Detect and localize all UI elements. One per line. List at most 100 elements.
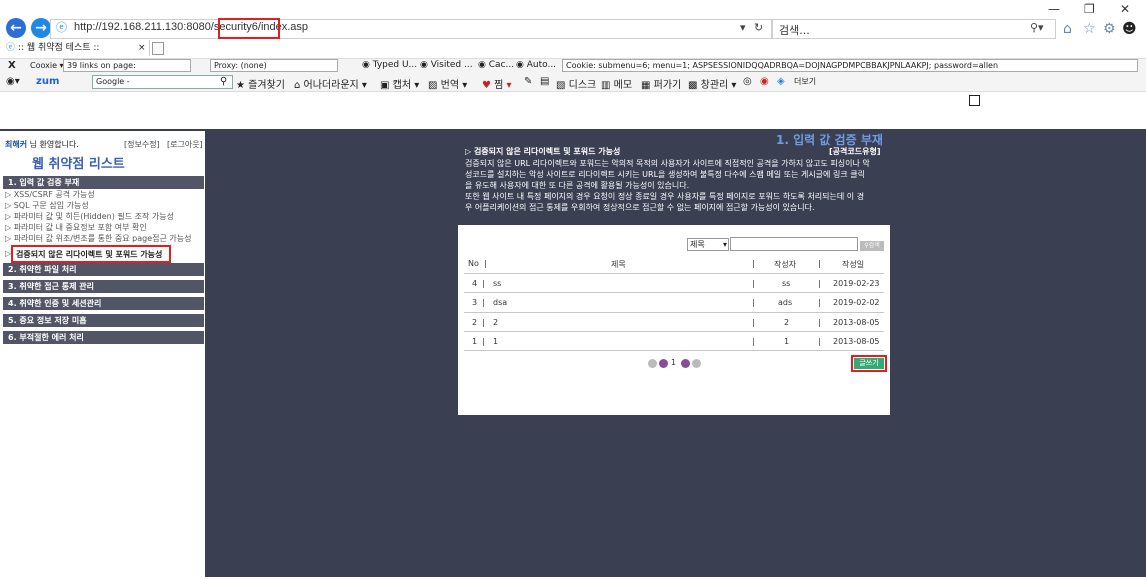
printer-button[interactable]: ▦ 퍼가기 [641,76,681,91]
header-date: 작성일 [842,260,865,269]
first-page-icon[interactable] [648,359,657,368]
sub-param-info[interactable]: ▷ 파라미터 값 내 중요정보 포함 여부 확인 [5,222,147,233]
sub-xss[interactable]: ▷ XSS/CSRF 공격 가능성 [5,189,95,200]
row-3-sep-1: | [752,318,755,327]
row-4-sep-2: | [818,337,821,346]
header-author: 작성자 [774,260,797,269]
pda-icon[interactable]: ▤ [540,76,549,87]
menu-access[interactable]: 3. 취약한 접근 통제 관리 [3,280,204,293]
search-type-select[interactable]: 제목 ▾ [687,238,729,251]
page-icon: ⓔ [6,43,16,53]
row-2-author: ads [778,298,793,307]
write-button[interactable]: 글쓰기 [854,358,884,369]
new-tab-icon[interactable] [152,42,164,55]
refresh-icon[interactable]: ↻ [754,21,763,34]
dropdown-arrow-icon[interactable]: ▾ [740,21,746,34]
minimize-icon[interactable]: — [1048,2,1060,16]
typed-urls-button[interactable]: ◉ Typed U... [362,60,417,70]
window-manage-button[interactable]: ▩ 창관리 ▾ [688,76,736,91]
row-3-author: 2 [784,318,790,327]
close-window-icon[interactable]: ✕ [1120,2,1130,16]
cache-button[interactable]: ◉ Cac... [478,60,514,70]
links-select[interactable]: 39 links on page: [63,59,191,72]
zum-logo[interactable]: zum [36,76,59,87]
bookmarks-button[interactable]: ★ 즐겨찾기 [236,76,285,91]
translate-button[interactable]: ▨ 번역 ▾ [428,76,467,91]
select-arrow-icon: ▾ [722,240,727,249]
red-badge-icon[interactable]: ◉ [760,76,769,87]
row-2-date: 2019-02-02 [833,298,880,307]
zzim-button[interactable]: ♥ 찜 ▾ [482,76,512,91]
edit-profile-link[interactable]: [정보수정] [124,139,160,150]
toolbar-close-icon[interactable]: X [8,60,16,71]
search-icon[interactable]: ⚲▾ [1030,21,1044,34]
proxy-select[interactable]: Proxy: (none) [210,59,338,72]
magnifier-icon[interactable]: ◎ [743,76,752,87]
prev-page-icon[interactable] [659,359,668,368]
google-search-icon[interactable]: ⚲ [220,76,227,87]
header-no: No | [468,259,487,268]
home-icon[interactable]: ⌂ [1063,21,1072,37]
back-button-icon[interactable]: ← [6,18,26,38]
row-1-sep-1: | [752,279,755,288]
cookie-field[interactable]: Cookie: submenu=6; menu=1; ASPSESSIONIDQ… [562,59,1138,72]
broom-icon[interactable]: ✎ [524,76,532,87]
toolbar-menu-icon[interactable]: ◉▾ [6,76,20,87]
header-sep-1: | [752,259,755,268]
sub-hidden-field[interactable]: ▷ 파라미터 값 및 히든(Hidden) 필드 조작 가능성 [5,211,174,222]
attack-code-link[interactable]: [공격코드유형] [829,146,880,157]
description: 검증되지 않은 URL 리다이렉트와 포워드는 악의적 목적의 사용자가 사이트… [465,159,870,212]
sub-redirect-highlight[interactable]: 검증되지 않은 리다이렉트 및 포워드 가능성 [11,245,171,263]
visited-button[interactable]: ◉ Visited ... [420,60,473,70]
row-3-title[interactable]: 2 [493,318,498,327]
logout-link[interactable]: [로그아웃] [167,139,203,150]
search-box[interactable]: 검색... [772,19,1056,39]
current-page[interactable]: 1 [671,358,676,367]
smiley-icon[interactable]: ☻ [1122,21,1137,37]
row-1-no: 4 | [472,279,490,288]
header-title: 제목 [611,260,626,269]
google-search-field[interactable]: Google - [92,75,233,89]
auto-button[interactable]: ◉ Auto... [516,60,556,70]
memo-button[interactable]: ▥ 메모 [601,76,632,91]
menu-input-validation[interactable]: 1. 입력 값 검증 부재 [3,176,204,189]
favorites-icon[interactable]: ☆ [1083,21,1096,37]
write-button-highlight[interactable]: 글쓰기 [851,355,887,372]
row-4-date: 2013-08-05 [833,337,880,346]
tab-close-icon[interactable]: × [138,40,146,56]
sub-redirect[interactable]: 검증되지 않은 리다이렉트 및 포워드 가능성 [16,249,162,260]
row-4-title[interactable]: 1 [493,337,498,346]
ernst-button[interactable]: ⌂ 어나더라운지 ▾ [294,76,367,91]
sub-sql[interactable]: ▷ SQL 구문 삽입 가능성 [5,200,89,211]
menu-auth[interactable]: 4. 취약한 인증 및 세션관리 [3,297,204,310]
board-search-input[interactable] [730,237,858,251]
next-page-icon[interactable] [681,359,690,368]
disk-button[interactable]: ▧ 디스크 [556,76,596,91]
shield-icon[interactable]: ◈ [777,76,785,87]
zum-toolbar: ◉▾ zum Google - ⚲ ★ 즐겨찾기 ⌂ 어나더라운지 ▾ ▣ 캡처… [0,74,1146,92]
row-2-sep-2: | [818,298,821,307]
tab-current[interactable]: ⓔ :: 웹 취약점 테스트 :: × [0,40,150,56]
divider [464,331,884,332]
url-highlight-box [218,18,280,39]
settings-gear-icon[interactable]: ⚙ [1103,21,1116,37]
board-search-button[interactable]: ⚲검색 [860,241,884,251]
forward-button-icon[interactable]: → [31,18,51,38]
row-4-author: 1 [784,337,790,346]
divider [464,273,884,274]
capture-button[interactable]: ▣ 캡처 ▾ [380,76,419,91]
more-button[interactable]: 더보기 [794,76,816,87]
sub-param-tamper[interactable]: ▷ 파라미터 값 위조/변조를 통한 중요 page접근 가능성 [5,233,191,244]
last-page-icon[interactable] [692,359,701,368]
menu-file[interactable]: 2. 취약한 파일 처리 [3,263,204,276]
row-2-title[interactable]: dsa [493,298,507,307]
row-1-title[interactable]: ss [493,279,501,288]
menu-storage[interactable]: 5. 중요 정보 저장 미흡 [3,314,204,327]
restore-icon[interactable]: ❐ [1084,2,1095,16]
cooxie-menu[interactable]: Cooxie ▾ [30,61,64,70]
row-2-sep-1: | [752,298,755,307]
menu-error[interactable]: 6. 부적절한 에러 처리 [3,331,204,344]
small-square-icon[interactable] [969,95,980,106]
row-4-sep-1: | [752,337,755,346]
sub-heading: ▷ 검증되지 않은 리다이렉트 및 포워드 가능성 [465,147,621,156]
